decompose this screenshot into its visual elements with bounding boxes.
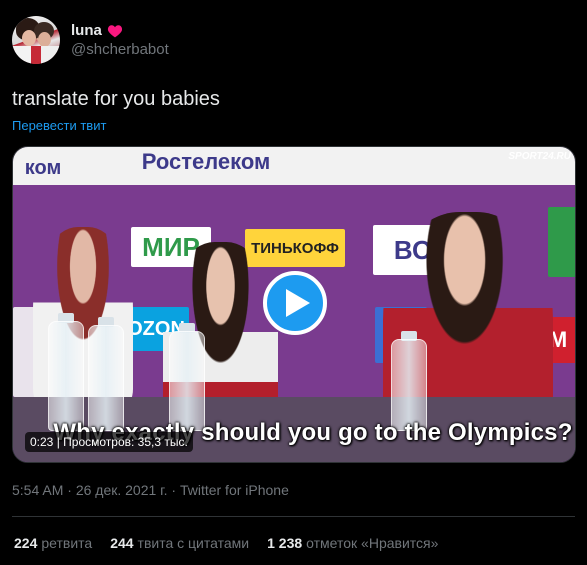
stat-number: 244 [110,535,134,551]
water-bottle [169,331,205,431]
stat-label: твита с цитатами [137,535,250,551]
stat-likes[interactable]: 1 238 отметок «Нравится» [267,535,438,551]
stat-label: отметок «Нравится» [306,535,439,551]
meta-separator-2: · [167,482,180,498]
play-icon [285,289,310,317]
avatar[interactable] [12,16,60,64]
stat-label: ретвита [41,535,93,551]
video-watermark: SPORT24.RU [508,151,571,162]
translate-tweet-link[interactable]: Перевести твит [12,118,106,133]
avatar-shirt [12,46,60,64]
display-name[interactable]: luna [71,22,169,39]
display-name-text[interactable]: luna [71,22,102,39]
divider [12,516,575,517]
video-player[interactable]: Ростелеком ком МИР ТИНЬКОФФ OZON ВО M SP… [12,146,576,463]
tweet-time[interactable]: 5:54 AM [12,482,63,498]
user-names: luna @shcherbabot [71,22,169,58]
heart-icon [107,24,122,37]
stat-retweets[interactable]: 224 ретвита [14,535,92,551]
tweet-meta: 5:54 AM · 26 дек. 2021 г. · Twitter for … [12,482,289,498]
tweet-header: luna @shcherbabot [12,16,169,64]
sponsor-logo: ком [24,156,62,179]
stat-quotes[interactable]: 244 твита с цитатами [110,535,249,551]
water-bottle [88,325,124,431]
avatar-face [22,30,36,46]
tweet-source[interactable]: Twitter for iPhone [180,482,289,498]
stat-number: 1 238 [267,535,303,551]
water-bottle [48,321,84,431]
meta-separator: · [63,482,76,498]
tweet-date[interactable]: 26 дек. 2021 г. [76,482,168,498]
user-handle[interactable]: @shcherbabot [71,41,169,58]
play-button[interactable] [263,271,327,335]
sponsor-logo: ТИНЬКОФФ [245,229,345,267]
tweet-stats: 224 ретвита 244 твита с цитатами 1 238 о… [14,535,438,551]
video-views-badge: 0:23 | Просмотров: 35,3 тыс. [25,432,193,452]
avatar-face-2 [38,32,51,47]
water-bottle [391,339,427,431]
sponsor-logo [548,207,575,277]
tweet-text: translate for you babies [12,88,220,110]
sponsor-logo: Ростелеком [141,149,271,174]
stat-number: 224 [14,535,38,551]
